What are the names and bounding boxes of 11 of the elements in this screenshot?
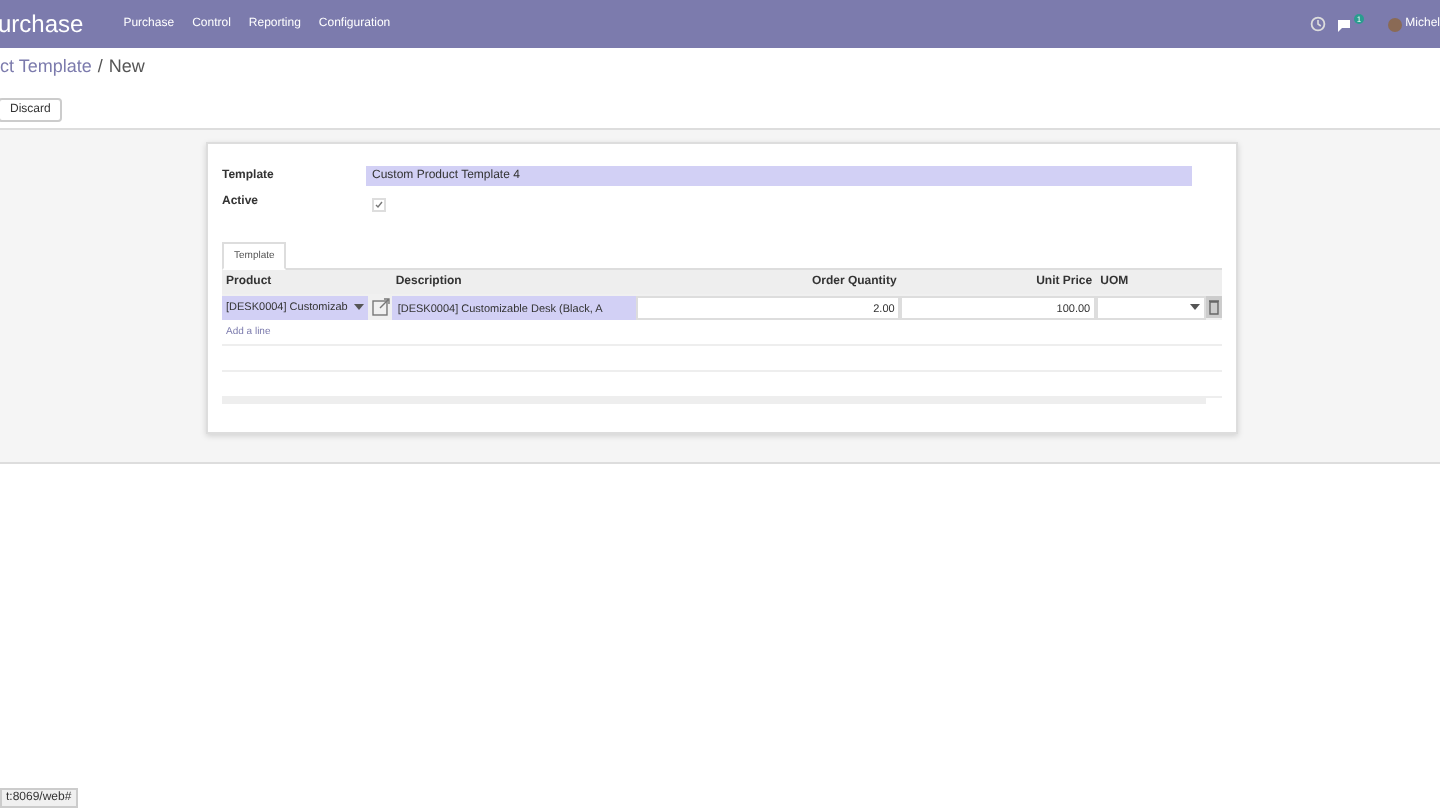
caret-icon[interactable] bbox=[1190, 304, 1201, 310]
caret-icon[interactable] bbox=[353, 304, 364, 310]
trash-icon[interactable] bbox=[1206, 296, 1222, 318]
uom-select-field[interactable] bbox=[1096, 295, 1207, 319]
app-name[interactable]: urchase bbox=[0, 10, 84, 38]
breadcrumb-link[interactable]: ct Template bbox=[0, 56, 92, 76]
breadcrumb-separator: / bbox=[97, 56, 103, 76]
breadcrumb-current: New bbox=[108, 56, 145, 76]
clock-icon[interactable] bbox=[1310, 16, 1327, 32]
external-link-icon[interactable] bbox=[371, 298, 390, 316]
active-checkbox[interactable] bbox=[372, 197, 386, 211]
